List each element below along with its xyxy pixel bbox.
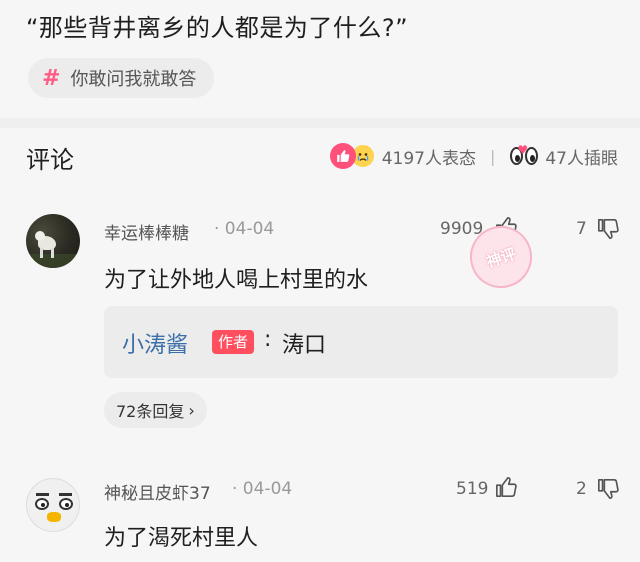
reply-username[interactable]: 小涛酱 [122,327,188,359]
like-count: 519 [456,479,489,499]
post-title: “那些背井离乡的人都是为了什么?” [26,14,409,42]
comment-text: 为了让外地人喝上村里的水 [104,268,369,293]
reply-separator: : [264,327,272,352]
post-header: “那些背井离乡的人都是为了什么?” # 你敢问我就敢答 [0,0,640,118]
dislike-count: 2 [576,479,587,499]
comment-text: 为了渴死村里人 [104,526,259,551]
dislike-count: 7 [576,219,587,239]
hashtag-icon: # [42,65,61,91]
chevron-right-icon: › [188,400,195,420]
comments-title: 评论 [26,146,74,174]
reactions-count: 4197人表态 [381,148,476,169]
reply-text: 涛口 [282,333,327,358]
section-divider [0,118,640,128]
avatar[interactable] [26,478,80,532]
thumbs-up-icon [329,143,356,169]
comment-date: · 04-04 [232,479,293,499]
comments-header: 评论 4197人表态 | ♥ 47人插眼 [0,128,640,182]
avatar[interactable] [26,214,80,268]
author-badge: 作者 [212,330,255,354]
topic-label: 你敢问我就敢答 [70,69,197,90]
watching-count: 47人插眼 [545,148,618,169]
thumbs-down-outline-icon[interactable] [597,218,619,240]
view-replies-label: 72条回复 [116,402,185,421]
reply-preview[interactable]: 小涛酱 作者 : 涛口 [104,306,618,378]
separator: | [489,146,496,166]
eyes-icon: ♥ [509,143,539,167]
thumbs-down-outline-icon[interactable] [597,478,619,500]
comment-username[interactable]: 幸运棒棒糖 [104,219,189,244]
reactions-summary[interactable]: 4197人表态 | ♥ 47人插眼 [329,142,618,170]
topic-tag[interactable]: # 你敢问我就敢答 [28,58,215,98]
comment-username[interactable]: 神秘且皮虾37 [104,479,211,504]
comment-date: · 04-04 [214,219,275,239]
thumbs-up-outline-icon[interactable] [495,476,517,498]
view-replies-button[interactable]: 72条回复 › [104,392,207,428]
